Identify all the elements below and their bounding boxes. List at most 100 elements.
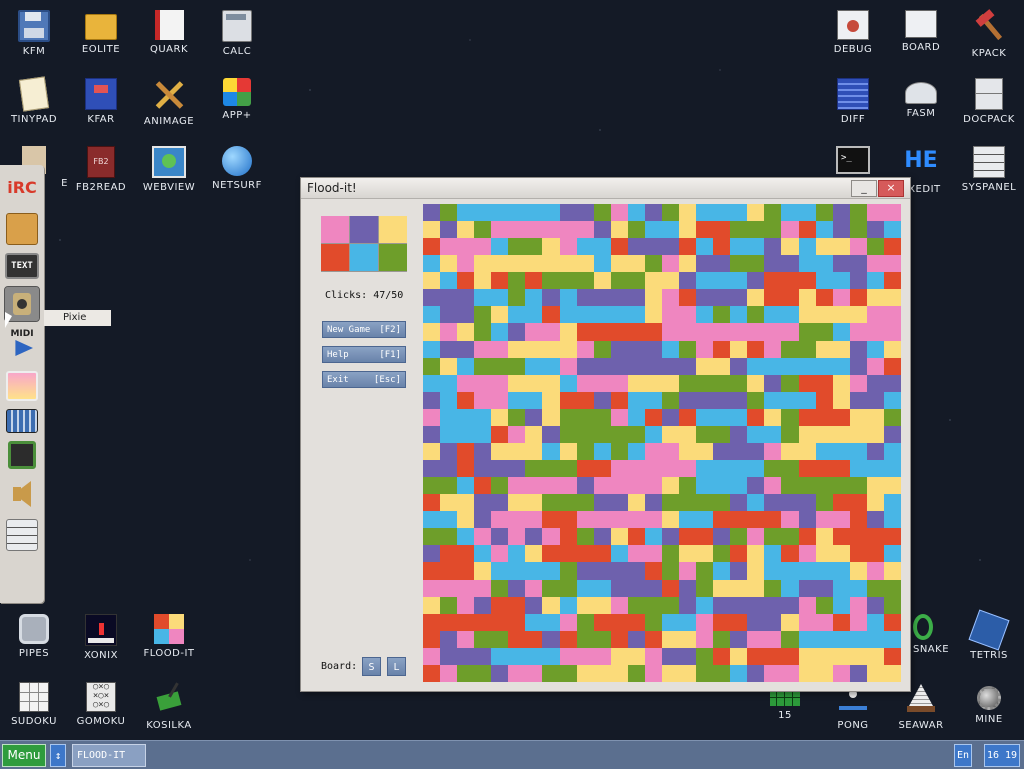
desktop-icon-label: FASM (906, 108, 936, 119)
board-cell (661, 306, 680, 324)
board-cell (576, 357, 594, 375)
exit-button[interactable]: Exit [Esc] (322, 371, 406, 388)
new-game-button[interactable]: New Game [F2] (322, 321, 406, 338)
board-cell (679, 391, 697, 409)
minimize-button[interactable]: _ (851, 180, 877, 197)
board-cell (730, 596, 748, 614)
board-cell (883, 238, 901, 256)
board-cell (525, 255, 543, 273)
window-titlebar[interactable]: Flood-it! _ × (301, 178, 910, 199)
board-cell (644, 511, 662, 529)
board-cell (423, 545, 441, 563)
board-cell (849, 460, 867, 478)
board-cell (832, 596, 850, 614)
desktop-icon-label: TINYPAD (10, 114, 58, 125)
color-swatch-purple[interactable] (350, 216, 378, 243)
desktop-icon-tetris[interactable]: TETRIS (955, 608, 1023, 676)
board-cell (849, 289, 867, 307)
taskbar-window-flood-it[interactable]: FLOOD-IT (72, 744, 146, 767)
board-cell (764, 340, 782, 358)
desktop-icon-kpack[interactable]: KPACK (955, 4, 1023, 72)
board-cell (559, 511, 577, 529)
desktop-icon-appplus[interactable]: APP+ (203, 72, 271, 140)
board-size-small-button[interactable]: S (362, 657, 381, 676)
color-swatch-green[interactable] (379, 244, 407, 271)
board-cell (610, 391, 628, 409)
desktop-icon-syspanel[interactable]: SYSPANEL (955, 140, 1023, 208)
desktop-icon-tinypad[interactable]: TINYPAD (0, 72, 68, 140)
board-cell (644, 238, 662, 256)
package-box-icon[interactable] (6, 213, 38, 245)
board-cell (730, 664, 748, 682)
text-icon[interactable]: TEXT (5, 253, 39, 279)
desktop-icon-mine[interactable]: MINE (955, 676, 1023, 744)
help-button[interactable]: Help [F1] (322, 346, 406, 363)
board-cell (679, 289, 697, 307)
flood-it-window: Flood-it! _ × Clicks: 47/50 New Game [F2… (300, 177, 911, 692)
network-card-icon[interactable] (6, 409, 38, 433)
start-menu-button[interactable]: Menu (2, 744, 46, 767)
desktop-icon-label: PIPES (18, 648, 50, 659)
flood-board[interactable] (423, 204, 901, 682)
desktop-icon-gomoku[interactable]: ○×○ ×○× ○×○ GOMOKU (67, 676, 135, 744)
desktop-icon-kfm[interactable]: KFM (0, 4, 68, 72)
desktop-icon-diff[interactable]: DIFF (819, 72, 887, 140)
keyboard-language-indicator[interactable]: En (954, 744, 972, 767)
window-switch-button[interactable]: ↕ (50, 744, 66, 767)
close-button[interactable]: × (878, 180, 904, 197)
desktop-icon-label: FB2READ (75, 182, 127, 193)
board-cell (474, 562, 492, 580)
color-swatch-red[interactable] (321, 244, 349, 271)
desktop-icon-quark[interactable]: QUARK (135, 4, 203, 72)
board-cell (849, 221, 867, 239)
board-cell (730, 238, 748, 256)
desktop-icon-floodit[interactable]: FLOOD-IT (135, 608, 203, 676)
desktop-icon-fasm[interactable]: FASM (887, 72, 955, 140)
board-cell (627, 323, 645, 341)
color-swatch-blue[interactable] (350, 244, 378, 271)
board-cell (815, 221, 833, 239)
settings-sliders-icon[interactable] (6, 519, 38, 551)
desktop-icon-animage[interactable]: ANIMAGE (135, 72, 203, 140)
color-swatch-yellow[interactable] (379, 216, 407, 243)
board-cell (815, 391, 833, 409)
desktop-icon-fb2read[interactable]: FB2 FB2READ (67, 140, 135, 208)
desktop-icon-label: KFM (22, 46, 46, 57)
cpu-chip-icon[interactable] (8, 441, 36, 469)
board-cell (474, 323, 492, 341)
board-cell (832, 511, 850, 529)
board-cell (849, 391, 867, 409)
desktop-icon-eolite[interactable]: EOLITE (67, 4, 135, 72)
desktop-icon-kfar[interactable]: KFAR (67, 72, 135, 140)
board-cell (764, 323, 782, 341)
board-cell (883, 255, 901, 273)
board-cell (525, 425, 543, 443)
volume-speaker-icon[interactable] (5, 477, 39, 511)
board-cell (747, 442, 765, 461)
desktop-icon-netsurf[interactable]: NETSURF (203, 140, 271, 208)
board-cell (491, 408, 509, 426)
desktop-icon-kosilka[interactable]: KOSILKA (135, 676, 203, 744)
desktop-icon-xonix[interactable]: XONIX (67, 608, 135, 676)
board-size-large-button[interactable]: L (387, 657, 406, 676)
board-cell (849, 596, 867, 614)
desktop-icon-webview[interactable]: WEBVIEW (135, 140, 203, 208)
desktop-icon-calc[interactable]: CALC (203, 4, 271, 72)
desktop-icon-debug[interactable]: DEBUG (819, 4, 887, 72)
desktop-icon-sudoku[interactable]: SUDOKU (0, 676, 68, 744)
board-cell (679, 255, 697, 273)
board-cell (644, 374, 662, 392)
board-cell (661, 221, 680, 239)
irc-icon[interactable]: iRC (5, 171, 39, 205)
midi-player-icon[interactable]: MIDI (5, 329, 39, 363)
image-viewer-icon[interactable] (6, 371, 38, 401)
board-cell (866, 477, 884, 495)
desktop-icon-docpack[interactable]: DOCPACK (955, 72, 1023, 140)
board-cell (559, 238, 577, 256)
desktop-icon-pipes[interactable]: PIPES (0, 608, 68, 676)
board-cell (474, 630, 492, 648)
board-cell (508, 391, 526, 409)
board-cell (542, 272, 560, 290)
desktop-icon-board[interactable]: BOARD (887, 4, 955, 72)
color-swatch-pink[interactable] (321, 216, 349, 243)
